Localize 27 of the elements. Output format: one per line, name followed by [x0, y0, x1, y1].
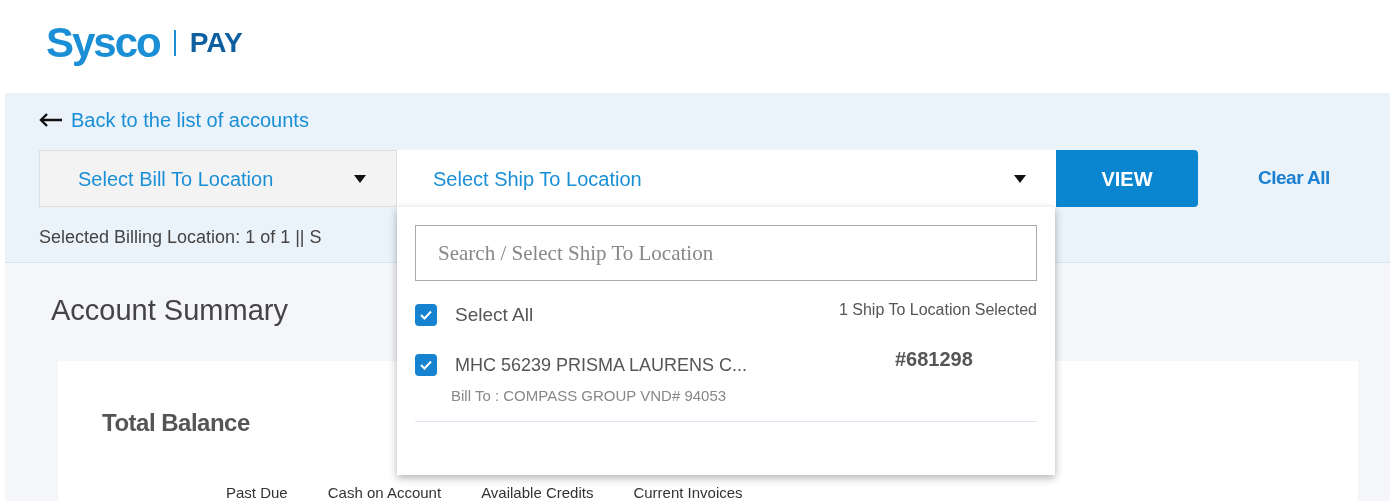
caret-icon	[1014, 174, 1026, 183]
selection-count: 1 Ship To Location Selected	[838, 300, 1037, 321]
section-title: Account Summary	[51, 293, 288, 328]
caret-icon	[354, 174, 366, 183]
clear-all-link[interactable]: Clear All	[1258, 164, 1330, 193]
card-title: Total Balance	[102, 408, 251, 438]
check-icon	[420, 359, 432, 370]
column-label: Available Credits	[481, 485, 594, 501]
brand-logo: Sysco	[46, 18, 160, 68]
select-all-label[interactable]: Select All	[455, 301, 534, 330]
column-label: Past Due	[226, 485, 288, 501]
back-link[interactable]: Back to the list of accounts	[39, 107, 1390, 133]
bill-to-select[interactable]: Select Bill To Location	[39, 150, 397, 207]
selection-summary: Selected Billing Location: 1 of 1 || S	[39, 226, 323, 249]
location-option[interactable]: MHC 56239 PRISMA LAURENS C... Bill To : COMPASS GROUP VND# 94053 #681298	[415, 353, 1037, 422]
checkbox[interactable]	[415, 304, 437, 327]
search-field[interactable]: Search / Select Ship To Location	[415, 225, 1037, 281]
arrow-left-icon	[39, 113, 63, 127]
checkbox[interactable]	[415, 353, 437, 376]
location-name: MHC 56239 PRISMA LAURENS C...	[455, 353, 749, 377]
view-button[interactable]: VIEW	[1056, 150, 1198, 207]
check-icon	[420, 310, 432, 321]
product-name: PAY	[189, 25, 243, 60]
bill-to-text: Bill To : COMPASS GROUP VND# 94053	[451, 385, 728, 406]
ship-to-select[interactable]: Select Ship To Location	[397, 150, 1056, 207]
column-label: Cash on Account	[327, 485, 442, 501]
column-label: Current Invoices	[633, 485, 743, 501]
